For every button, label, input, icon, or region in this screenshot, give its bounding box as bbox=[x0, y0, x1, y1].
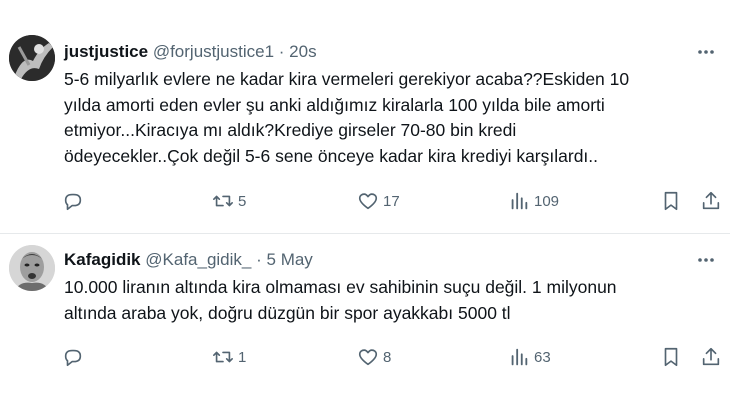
like-button[interactable]: 8 bbox=[357, 345, 391, 369]
user-handle[interactable]: @Kafa_gidik_ bbox=[145, 250, 251, 269]
avatar[interactable] bbox=[9, 245, 55, 291]
tweet[interactable]: Kafagidik @Kafa_gidik_ · 5 May 10.000 li… bbox=[0, 234, 730, 420]
views-button[interactable]: 109 bbox=[508, 189, 559, 213]
views-button[interactable]: 63 bbox=[508, 345, 551, 369]
tweet-text-line: ödeyecekler..Çok değil 5-6 sene önceye k… bbox=[64, 145, 599, 166]
tweet-text: 5-6 milyarlık evlere ne kadar kira verme… bbox=[64, 67, 714, 169]
action-bar: 1 8 63 bbox=[62, 345, 726, 369]
tweet[interactable]: justjustice @forjustjustice1 · 20s 5-6 m… bbox=[0, 0, 730, 234]
more-icon[interactable] bbox=[696, 250, 716, 270]
like-count: 17 bbox=[383, 192, 400, 210]
more-icon[interactable] bbox=[696, 42, 716, 62]
bookmark-icon bbox=[664, 191, 678, 211]
tweet-text-line: altında araba yok, doğru düzgün bir spor… bbox=[64, 302, 511, 323]
reply-button[interactable] bbox=[62, 189, 84, 213]
retweet-count: 5 bbox=[238, 192, 247, 210]
views-count: 109 bbox=[534, 192, 560, 210]
timestamp[interactable]: 20s bbox=[289, 42, 316, 61]
share-icon bbox=[702, 191, 720, 210]
heart-icon bbox=[358, 193, 378, 210]
share-button[interactable] bbox=[700, 345, 722, 369]
reply-icon bbox=[64, 193, 82, 211]
tweet-header: justjustice @forjustjustice1 · 20s bbox=[64, 42, 317, 62]
avatar[interactable] bbox=[9, 35, 55, 81]
views-icon bbox=[511, 348, 528, 366]
retweet-icon bbox=[213, 195, 233, 207]
like-count: 8 bbox=[383, 348, 392, 366]
like-button[interactable]: 17 bbox=[357, 189, 400, 213]
retweet-button[interactable]: 5 bbox=[212, 189, 246, 213]
display-name[interactable]: justjustice bbox=[64, 42, 148, 61]
share-icon bbox=[702, 347, 720, 366]
tweet-text-line: yılda amorti eden evler şu anki aldığımı… bbox=[64, 94, 605, 115]
tweet-text-line: etmiyor...Kiracıya mı aldık?Krediye girs… bbox=[64, 120, 517, 140]
bookmark-button[interactable] bbox=[660, 189, 682, 213]
heart-icon bbox=[358, 349, 378, 366]
bookmark-button[interactable] bbox=[660, 345, 682, 369]
display-name[interactable]: Kafagidik bbox=[64, 250, 141, 269]
retweet-icon bbox=[213, 351, 233, 363]
separator: · bbox=[256, 250, 262, 269]
timestamp[interactable]: 5 May bbox=[267, 250, 313, 269]
separator: · bbox=[278, 42, 285, 61]
tweet-text-line: 5-6 milyarlık evlere ne kadar kira verme… bbox=[64, 69, 630, 89]
retweet-button[interactable]: 1 bbox=[212, 345, 246, 369]
action-bar: 5 17 109 bbox=[62, 189, 726, 213]
user-handle[interactable]: @forjustjustice1 bbox=[153, 42, 274, 61]
tweet-text: 10.000 liranın altında kira olmaması ev … bbox=[64, 275, 714, 326]
views-icon bbox=[511, 192, 528, 210]
reply-button[interactable] bbox=[62, 345, 84, 369]
tweet-header: Kafagidik @Kafa_gidik_ · 5 May bbox=[64, 250, 313, 270]
reply-icon bbox=[64, 349, 82, 367]
bookmark-icon bbox=[664, 347, 678, 367]
share-button[interactable] bbox=[700, 189, 722, 213]
retweet-count: 1 bbox=[238, 348, 247, 366]
views-count: 63 bbox=[534, 348, 551, 366]
tweet-text-line: 10.000 liranın altında kira olmaması ev … bbox=[64, 277, 617, 297]
